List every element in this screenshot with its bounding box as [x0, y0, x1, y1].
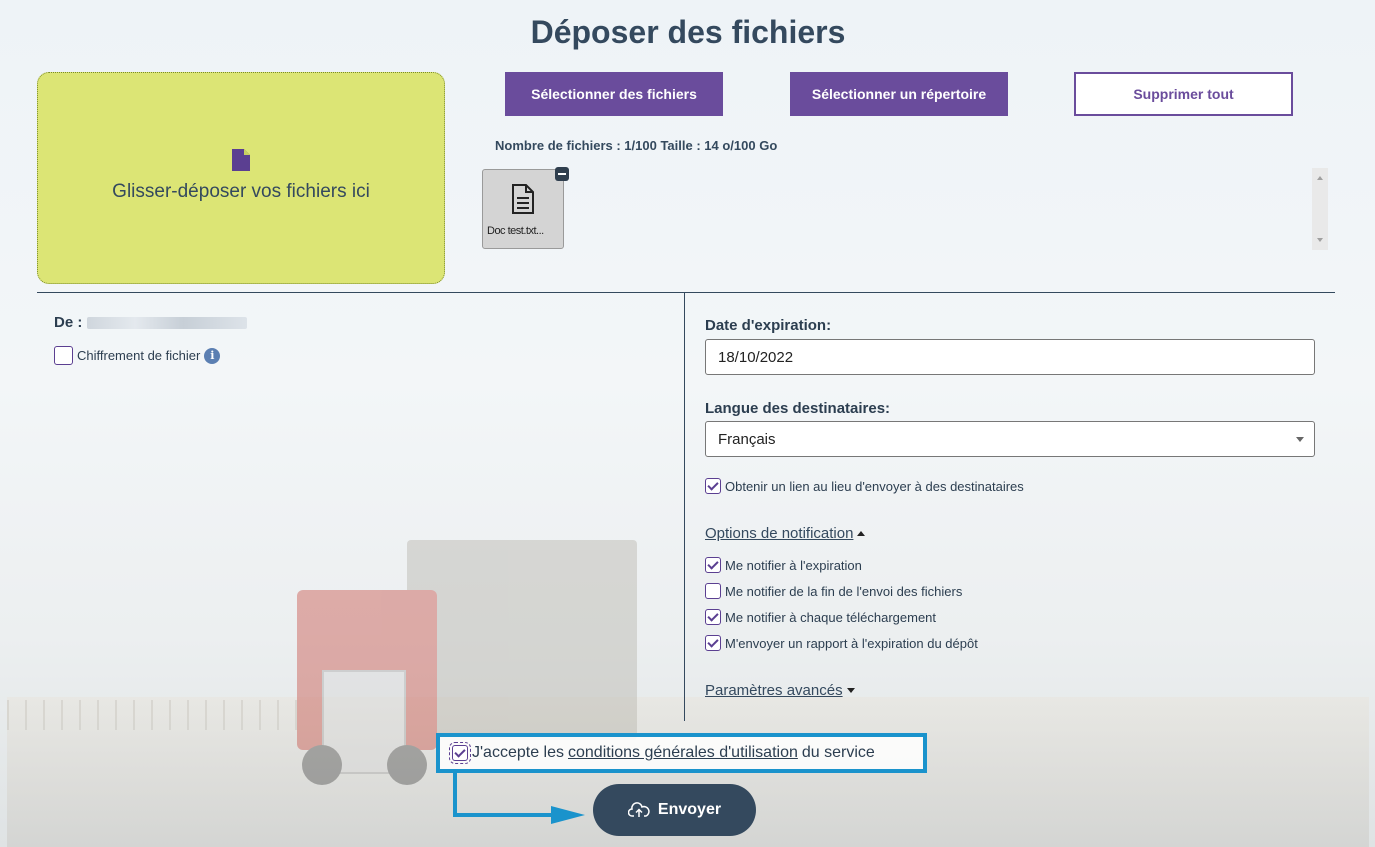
terms-link[interactable]: conditions générales d'utilisation [568, 744, 798, 762]
caret-down-icon [846, 688, 855, 693]
annotation-arrow-horizontal [453, 813, 553, 817]
expiration-date-input[interactable]: 18/10/2022 [705, 339, 1315, 375]
get-link-checkbox[interactable] [705, 478, 721, 494]
terms-suffix: du service [801, 744, 875, 761]
upload-page: Déposer des fichiers Glisser-déposer vos… [7, 0, 1369, 847]
encryption-option[interactable]: Chiffrement de fichier i [54, 346, 221, 365]
language-label: Langue des destinataires: [705, 400, 891, 417]
notify-download-option[interactable]: Me notifier à chaque téléchargement [705, 609, 936, 625]
select-folder-button[interactable]: Sélectionner un répertoire [790, 72, 1008, 116]
report-expiration-option[interactable]: M'envoyer un rapport à l'expiration du d… [705, 635, 978, 651]
get-link-option[interactable]: Obtenir un lien au lieu d'envoyer à des … [705, 478, 1024, 494]
send-label: Envoyer [657, 801, 722, 818]
encryption-label: Chiffrement de fichier [77, 348, 201, 363]
column-divider [684, 293, 685, 721]
notify-upload-end-label: Me notifier de la fin de l'envoi des fic… [725, 583, 963, 599]
report-expiration-checkbox[interactable] [705, 635, 721, 651]
advanced-settings-toggle[interactable]: Paramètres avancés [705, 682, 855, 699]
expiration-label: Date d'expiration: [705, 317, 832, 334]
language-select[interactable]: Français [705, 421, 1315, 457]
delete-all-button[interactable]: Supprimer tout [1074, 72, 1293, 116]
dropzone[interactable]: Glisser-déposer vos fichiers ici [37, 72, 445, 284]
scroll-down-icon[interactable] [1317, 238, 1323, 242]
language-selected-value: Français [718, 430, 776, 448]
sender-value-redacted [87, 317, 247, 329]
report-expiration-label: M'envoyer un rapport à l'expiration du d… [725, 635, 978, 651]
section-divider [37, 292, 1335, 293]
encryption-checkbox[interactable] [54, 346, 73, 365]
notify-upload-end-checkbox[interactable] [705, 583, 721, 599]
info-icon[interactable]: i [204, 347, 221, 364]
notify-download-label: Me notifier à chaque téléchargement [725, 609, 937, 625]
chevron-down-icon [1296, 437, 1304, 442]
file-icon [232, 149, 250, 171]
select-files-button[interactable]: Sélectionner des fichiers [505, 72, 723, 116]
annotation-arrow [453, 771, 457, 817]
upload-counts: Nombre de fichiers : 1/100 Taille : 14 o… [495, 138, 778, 153]
file-list-scrollbar[interactable] [1312, 168, 1328, 250]
text-document-icon [512, 184, 534, 214]
annotation-arrow-head [551, 806, 585, 824]
file-tile[interactable]: Doc test.txt... [482, 167, 569, 249]
dropzone-label: Glisser-déposer vos fichiers ici [112, 181, 370, 202]
remove-file-icon[interactable] [555, 167, 569, 181]
send-button[interactable]: Envoyer [593, 784, 756, 836]
get-link-label: Obtenir un lien au lieu d'envoyer à des … [725, 478, 1024, 494]
notification-options-label: Options de notification [705, 525, 854, 542]
cloud-upload-icon [627, 802, 650, 817]
advanced-settings-label: Paramètres avancés [705, 682, 843, 699]
terms-checkbox[interactable] [449, 742, 471, 764]
notify-expiration-option[interactable]: Me notifier à l'expiration [705, 557, 862, 573]
sender-label: De : [54, 314, 83, 331]
file-name: Doc test.txt... [487, 225, 544, 237]
caret-up-icon [857, 531, 866, 536]
page-title: Déposer des fichiers [530, 14, 846, 50]
scroll-up-icon[interactable] [1317, 176, 1323, 180]
notification-options-toggle[interactable]: Options de notification [705, 525, 866, 542]
notify-upload-end-option[interactable]: Me notifier de la fin de l'envoi des fic… [705, 583, 962, 599]
terms-acceptance[interactable]: J'accepte les conditions générales d'uti… [436, 733, 927, 773]
notify-expiration-checkbox[interactable] [705, 557, 721, 573]
notify-expiration-label: Me notifier à l'expiration [725, 557, 862, 573]
notify-download-checkbox[interactable] [705, 609, 721, 625]
terms-prefix: J'accepte les [472, 744, 564, 761]
background-fence [7, 700, 307, 730]
background-truck-image [277, 520, 647, 820]
